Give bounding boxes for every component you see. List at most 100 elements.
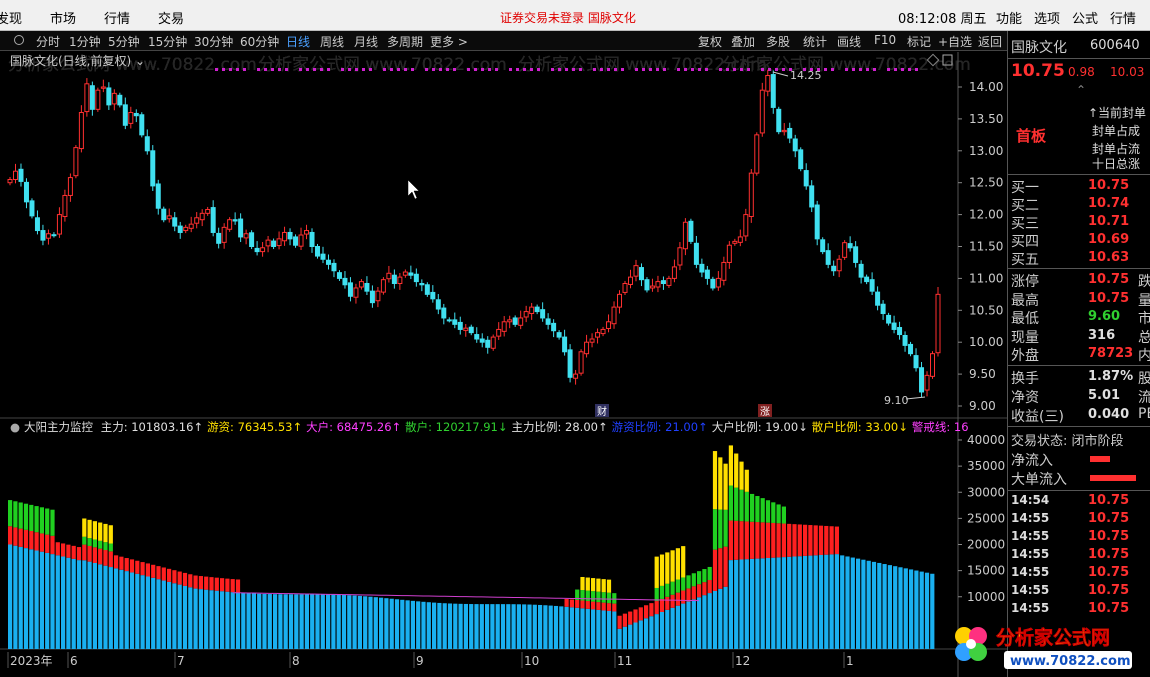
indicator-value: 主力比例: 28.00↑ <box>511 420 608 434</box>
volume-bar <box>797 556 802 649</box>
volume-bar <box>469 604 474 649</box>
volume-bar <box>686 575 691 589</box>
quote-value: 10.63 <box>1088 250 1130 265</box>
signal-dot <box>684 68 687 71</box>
tick-time: 14:55 <box>1011 601 1050 615</box>
net-inflow-bar <box>1090 456 1110 462</box>
volume-bar <box>294 594 299 649</box>
volume-bar <box>538 604 543 649</box>
volume-bar <box>659 598 665 612</box>
candle <box>842 242 848 258</box>
volume-bar <box>760 522 765 559</box>
candle <box>276 238 282 247</box>
volume-bar <box>516 604 521 649</box>
volume-bar <box>23 503 29 530</box>
candle <box>210 207 216 233</box>
signal-dot <box>579 68 582 71</box>
volume-bar <box>612 593 617 604</box>
volume-bar <box>241 592 246 649</box>
chart-area[interactable]: 分析家公式网 www.70822.com 分析家公式网 www.70822.com… <box>0 0 1007 677</box>
volume-bar <box>92 562 97 649</box>
quote-label-extra: PE <box>1138 406 1150 422</box>
volume-bar <box>82 536 87 545</box>
candle <box>304 230 310 235</box>
candle <box>715 277 721 288</box>
menu-quotes-right[interactable]: 行情 <box>1110 8 1136 27</box>
candle <box>688 220 694 242</box>
month-label: 10 <box>524 654 539 668</box>
candle <box>364 283 370 292</box>
candle <box>924 374 930 391</box>
volume-bar <box>697 584 702 598</box>
volume-bar <box>167 568 172 582</box>
candle <box>29 200 35 217</box>
candle <box>315 246 321 257</box>
chart-title-text: 国脉文化(日线,前复权) <box>10 54 132 68</box>
signal-dot <box>467 68 470 71</box>
volume-bar <box>596 591 601 603</box>
volume-bar <box>495 604 500 649</box>
chevron-down-icon[interactable]: ⌄ <box>135 54 145 68</box>
signal-dot <box>397 68 400 71</box>
candle <box>194 217 200 224</box>
volume-bar <box>585 608 590 649</box>
candle <box>880 303 886 314</box>
menu-formula[interactable]: 公式 <box>1072 8 1098 27</box>
candle <box>408 272 414 276</box>
volume-bar <box>765 500 771 523</box>
candle <box>391 274 397 285</box>
signal-dot <box>705 68 708 71</box>
volume-bar <box>182 572 188 586</box>
candle <box>441 307 447 319</box>
volume-bar <box>230 592 235 649</box>
candle <box>825 250 831 265</box>
volume-bar <box>728 485 733 521</box>
volume-bar <box>580 576 585 591</box>
volume-bar <box>834 554 839 649</box>
volume-bar <box>479 604 484 649</box>
note-seal-ratio: 封单占成 <box>1092 124 1141 138</box>
menu-options[interactable]: 选项 <box>1034 8 1060 27</box>
volume-bar <box>50 509 55 536</box>
price-tick-label: 9.00 <box>969 399 996 413</box>
volume-bar <box>13 501 18 528</box>
candle <box>287 231 293 240</box>
volume-bar <box>474 604 479 649</box>
volume-bar <box>273 594 278 649</box>
volume-bar <box>734 520 739 560</box>
volume-bar <box>341 594 347 649</box>
candle <box>298 234 304 247</box>
month-label: 9 <box>416 654 424 668</box>
volume-bar <box>665 596 670 610</box>
volume-bar <box>140 562 145 576</box>
candle <box>699 263 705 273</box>
signal-dot <box>306 68 309 71</box>
candle <box>507 319 513 323</box>
volume-bar <box>882 564 887 649</box>
volume-bar <box>829 554 834 649</box>
candle <box>891 322 897 330</box>
volume-bar <box>103 550 108 566</box>
candle <box>205 208 211 214</box>
signal-dot <box>551 68 554 71</box>
signal-dot <box>278 68 281 71</box>
volume-bar <box>871 561 877 649</box>
volume-bar <box>198 576 203 590</box>
volume-bar <box>781 557 786 649</box>
volume-bar <box>34 550 39 649</box>
volume-bar <box>55 555 60 649</box>
volume-bar <box>591 601 596 610</box>
volume-bar <box>808 555 813 649</box>
collapse-icon[interactable]: ⌃ <box>1076 83 1086 97</box>
volume-bar <box>76 547 82 561</box>
signal-dot <box>866 68 869 71</box>
signal-dot <box>495 68 498 71</box>
candle <box>671 266 677 279</box>
volume-bar <box>606 579 612 593</box>
indicator-menu-icon[interactable]: ● <box>10 420 20 434</box>
price-axis: 14.00 13.50 13.00 12.50 12.00 11.50 11.00 10.50… <box>958 80 1003 413</box>
volume-bar <box>114 568 119 649</box>
candle <box>342 277 348 286</box>
volume-bar <box>755 522 760 559</box>
volume-bar <box>797 524 802 557</box>
